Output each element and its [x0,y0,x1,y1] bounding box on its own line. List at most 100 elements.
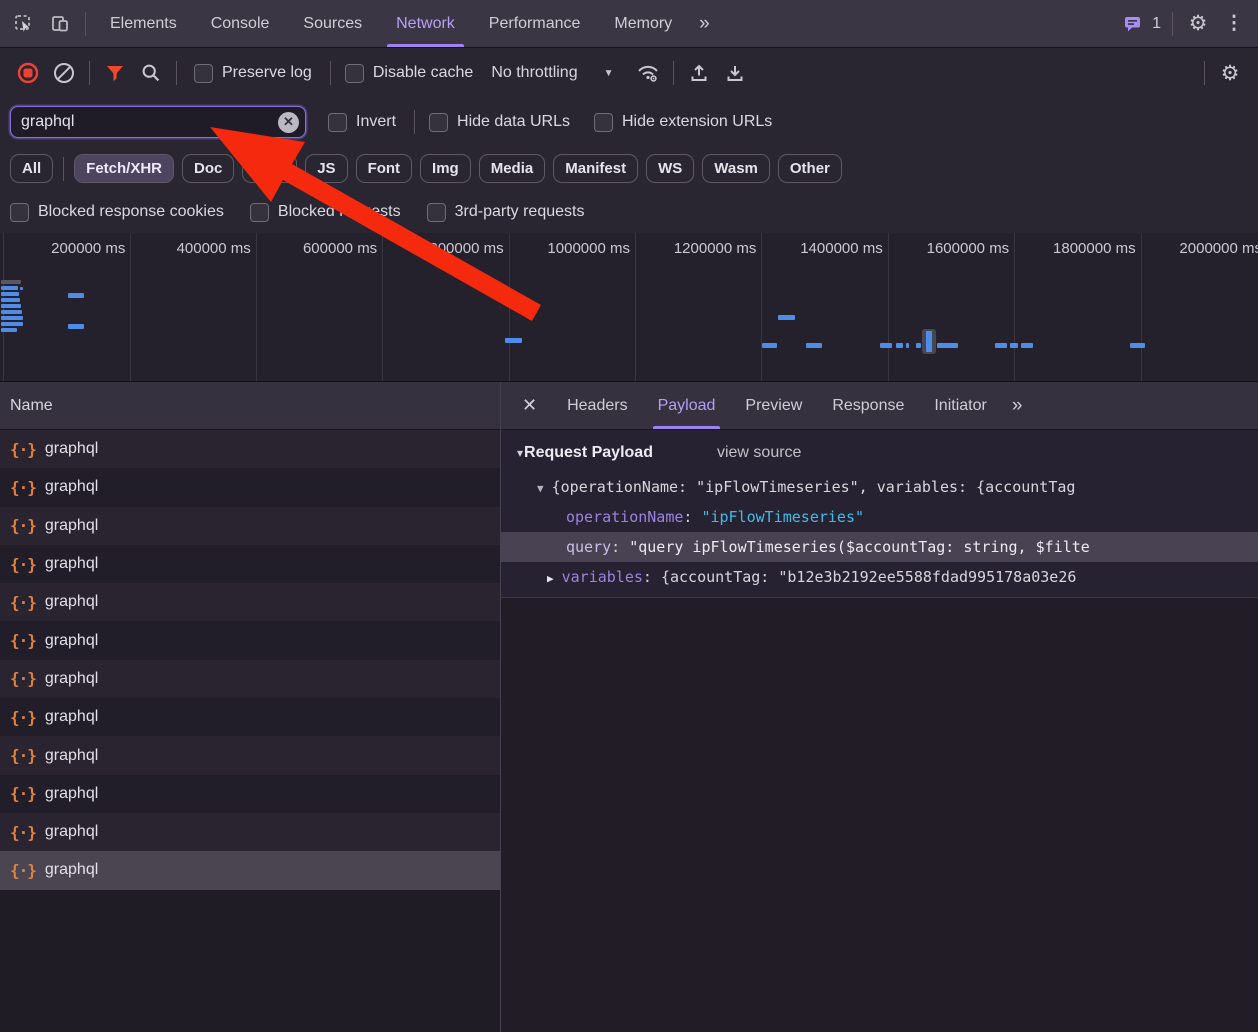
request-row[interactable]: {·}graphql [0,736,500,774]
clear-filter-icon[interactable]: ✕ [278,112,299,133]
waterfall-bar [68,293,84,298]
preserve-log-checkbox[interactable] [194,64,213,83]
chip-other[interactable]: Other [778,154,842,183]
inspect-element-button[interactable] [6,7,42,41]
request-row[interactable]: {·}graphql [0,698,500,736]
chip-css[interactable]: CSS [242,154,297,183]
tab-sources[interactable]: Sources [286,0,379,47]
waterfall-bar [995,343,1007,348]
main-tab-strip: ElementsConsoleSourcesNetworkPerformance… [93,0,689,47]
settings-button[interactable]: ⚙ [1180,7,1216,41]
waterfall-bar [806,343,822,348]
record-network-log-button[interactable] [10,56,46,90]
name-column-header[interactable]: Name [0,382,500,430]
detail-tab-response[interactable]: Response [817,382,919,429]
request-row[interactable]: {·} graphql [0,507,500,545]
json-colon: : [683,508,701,526]
disable-cache-checkbox[interactable] [345,64,364,83]
selected-request-marker [922,329,936,354]
network-overview-timeline[interactable]: 200000 ms400000 ms600000 ms800000 ms1000… [0,233,1258,382]
waterfall-bar [778,315,795,320]
export-har-button[interactable] [717,56,753,90]
request-row[interactable]: {·}graphql [0,468,500,506]
request-payload-section-header[interactable]: ▾ Request Payload view source [501,430,1258,472]
request-name: graphql [45,708,98,726]
tab-network[interactable]: Network [379,0,472,47]
chip-manifest[interactable]: Manifest [553,154,638,183]
tab-elements[interactable]: Elements [93,0,194,47]
chevron-down-icon: ▼ [604,68,614,79]
request-name: graphql [45,517,98,535]
waterfall-bar [1,322,23,326]
disable-cache-label: Disable cache [373,64,474,82]
throttling-dropdown[interactable]: No throttling ▼ [491,64,613,82]
request-row[interactable]: {·}graphql [0,545,500,583]
tab-memory[interactable]: Memory [597,0,689,47]
device-toolbar-icon [50,14,70,34]
chip-wasm[interactable]: Wasm [702,154,770,183]
request-row[interactable]: {·}graphql [0,813,500,851]
detail-tab-preview[interactable]: Preview [730,382,817,429]
waterfall-bar [1,328,17,332]
view-source-link[interactable]: view source [717,444,801,462]
network-settings-button[interactable]: ⚙ [1212,56,1248,90]
timeline-tick-label: 2000000 ms [1179,240,1258,257]
timeline-column: 200000 ms [3,233,131,381]
resource-type-chips: All Fetch/XHR Doc CSS JS Font Img MediaManifest… [0,146,1258,191]
chip-doc[interactable]: Doc [182,154,234,183]
funnel-icon [106,65,124,82]
clear-network-log-button[interactable] [46,56,82,90]
filter-input[interactable] [10,106,306,138]
request-row[interactable]: {·}graphql [0,430,500,468]
json-variables-row[interactable]: ▶variables: {accountTag: "b12e3b2192ee55… [501,562,1258,592]
detail-tab-headers[interactable]: Headers [552,382,642,429]
chip-media[interactable]: Media [479,154,546,183]
payload-json-tree: ▼{operationName: "ipFlowTimeseries", var… [501,472,1258,592]
json-operationname-row[interactable]: operationName: "ipFlowTimeseries" [501,502,1258,532]
third-party-requests-checkbox[interactable] [427,203,446,222]
detail-tab-initiator[interactable]: Initiator [919,382,1001,429]
filter-toggle-button[interactable] [97,56,133,90]
network-toolbar: Preserve log Disable cache No throttling… [0,48,1258,98]
chip-js[interactable]: JS [305,154,347,183]
request-row[interactable]: {·}graphql [0,583,500,621]
filter-row: ✕ Invert Hide data URLs Hide extension U… [0,98,1258,146]
tab-console[interactable]: Console [194,0,287,47]
expand-caret-icon[interactable]: ▶ [547,572,554,585]
import-har-button[interactable] [681,56,717,90]
chip-all[interactable]: All [10,154,53,183]
request-row[interactable]: {·}graphql [0,621,500,659]
fetch-xhr-icon: {·} [10,516,36,535]
request-row[interactable]: {·}graphql [0,660,500,698]
tab-performance[interactable]: Performance [472,0,598,47]
issues-count: 1 [1152,15,1161,33]
collapse-caret-icon[interactable]: ▼ [537,482,544,495]
chip-ws[interactable]: WS [646,154,694,183]
invert-checkbox[interactable] [328,113,347,132]
hide-data-urls-checkbox[interactable] [429,113,448,132]
device-toolbar-button[interactable] [42,7,78,41]
detail-more-tabs-button[interactable]: » [1002,395,1034,417]
gear-icon: ⚙ [1189,13,1208,34]
fetch-xhr-icon: {·} [10,555,36,574]
chip-font[interactable]: Font [356,154,412,183]
customize-menu-button[interactable]: ⋮ [1216,7,1252,41]
chip-fetchxhr[interactable]: Fetch/XHR [74,154,174,183]
chip-img[interactable]: Img [420,154,471,183]
json-root-row[interactable]: ▼{operationName: "ipFlowTimeseries", var… [501,472,1258,502]
request-row[interactable]: {·}graphql [0,775,500,813]
search-network-button[interactable] [133,56,169,90]
hide-extension-urls-checkbox[interactable] [594,113,613,132]
waterfall-bar [1010,343,1018,348]
json-query-row-selected[interactable]: query: "query ipFlowTimeseries($accountT… [501,532,1258,562]
detail-tab-strip: HeadersPayloadPreviewResponseInitiator [552,382,1002,429]
more-tabs-button[interactable]: » [689,13,721,35]
close-detail-icon[interactable]: ✕ [507,395,552,416]
detail-tab-payload[interactable]: Payload [643,382,731,429]
issues-button[interactable] [1114,7,1150,41]
divider [330,61,331,85]
request-row[interactable]: {·}graphql [0,851,500,889]
blocked-requests-checkbox[interactable] [250,203,269,222]
network-conditions-button[interactable] [630,56,666,90]
blocked-response-cookies-checkbox[interactable] [10,203,29,222]
